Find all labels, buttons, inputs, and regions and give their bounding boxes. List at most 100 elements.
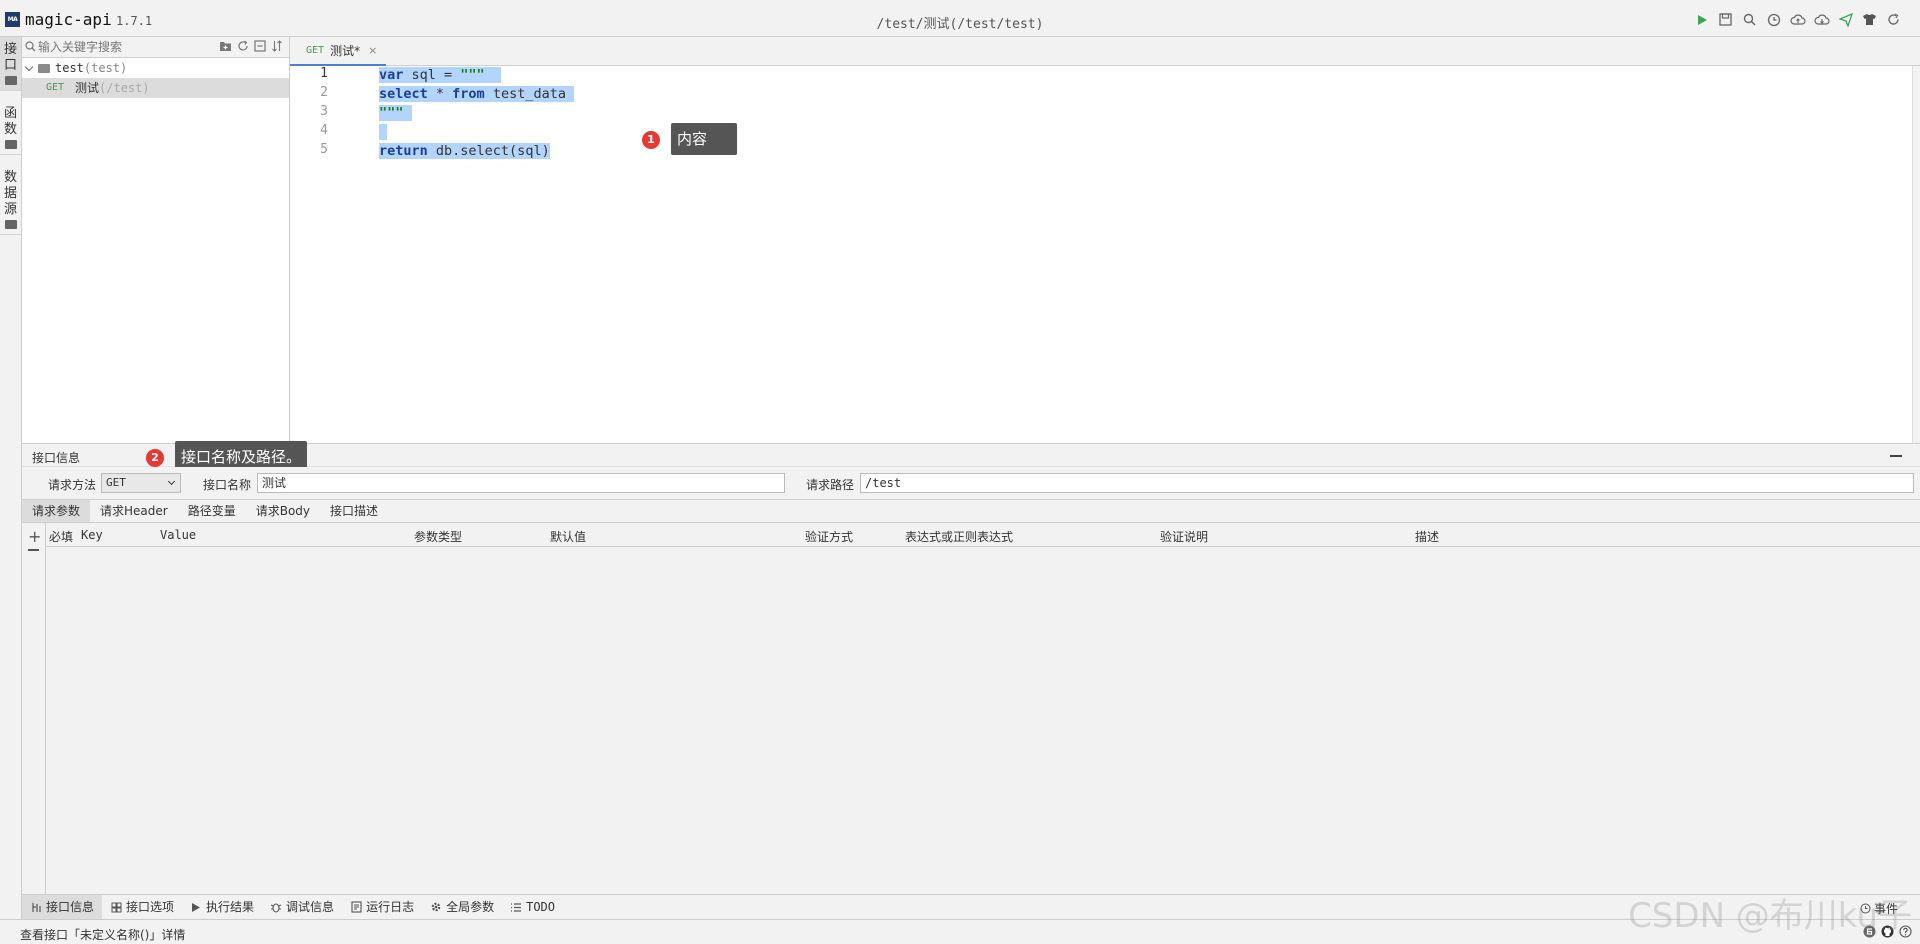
sort-icon[interactable] (271, 40, 283, 55)
api-label: 测试(/test) (75, 81, 150, 95)
col-param-type: 参数类型 (414, 530, 463, 544)
tab-request-params[interactable]: 请求参数 (22, 500, 91, 522)
tab-request-body[interactable]: 请求Body (246, 500, 320, 522)
name-label: 接口名称 (203, 478, 252, 492)
tab-interfaces[interactable]: 接 口 (0, 37, 21, 91)
title-bar: MA magic-api 1.7.1 /test/测试(/test/test) (0, 0, 1920, 37)
params-table: + 必填 Key Value 参数类型 默认值 验证方式 表达式或正则表达式 验… (22, 523, 1920, 894)
line-number: 1 (320, 66, 328, 81)
code-line-3: """ (379, 104, 412, 123)
line-gutter: 1 2 3 4 5 (290, 66, 379, 443)
refresh-icon[interactable] (1885, 11, 1902, 28)
search-icon (25, 41, 36, 55)
refresh-icon[interactable] (237, 40, 249, 55)
bottom-tool-strip: 接口信息 接口选项 执行结果 调试信息 运行日志 全局参数 TODO 事件 (22, 894, 1920, 919)
col-value: Value (160, 528, 197, 542)
clock-icon (1860, 903, 1871, 914)
minimize-icon[interactable] (1890, 455, 1902, 457)
tab-datasources[interactable]: 数 据 源 (0, 165, 21, 235)
method-label: 请求方法 (48, 478, 97, 492)
help-icon[interactable] (1899, 925, 1912, 941)
params-actions: + (22, 523, 46, 894)
tool-debug-info[interactable]: 调试信息 (262, 895, 342, 919)
events-button[interactable]: 事件 (1860, 900, 1898, 917)
remove-icon[interactable] (28, 549, 39, 551)
options-icon (110, 901, 122, 913)
col-validation-desc: 验证说明 (1160, 530, 1209, 544)
tab-method: GET (306, 45, 325, 56)
code-line-2: select * from test_data (379, 86, 575, 102)
line-number: 3 (320, 104, 328, 119)
folder-icon (4, 76, 17, 85)
line-number: 2 (320, 85, 328, 100)
status-icons (1863, 925, 1912, 941)
send-icon[interactable] (1837, 11, 1854, 28)
callout-badge-2: 2 (146, 449, 164, 467)
gear-icon (430, 901, 442, 913)
code-line-5: return db.select(sql) (379, 143, 550, 159)
tool-run-result[interactable]: 执行结果 (182, 895, 262, 919)
callout-badge-1: 1 (642, 131, 660, 149)
col-description: 描述 (1415, 530, 1440, 544)
collapse-all-icon[interactable] (254, 40, 266, 55)
tool-global-params[interactable]: 全局参数 (422, 895, 502, 919)
save-icon[interactable] (1717, 11, 1734, 28)
explorer-search-bar (22, 37, 289, 58)
list-icon (510, 901, 522, 913)
params-header: 必填 Key Value 参数类型 默认值 验证方式 表达式或正则表达式 验证说… (46, 523, 1920, 547)
run-icon[interactable] (1693, 11, 1710, 28)
path-label: 请求路径 (806, 478, 855, 492)
path-input[interactable]: /test (860, 473, 1914, 493)
code-line-4 (379, 123, 388, 142)
add-icon[interactable]: + (28, 527, 41, 546)
request-sub-tabs: 请求参数 请求Header 路径变量 请求Body 接口描述 (22, 499, 1920, 523)
new-folder-icon[interactable] (219, 40, 232, 55)
col-required: 必填 (49, 530, 74, 544)
tree-group-test[interactable]: test(test) (22, 58, 289, 78)
api-explorer: test(test) GET 测试(/test) (22, 37, 290, 443)
col-expression: 表达式或正则表达式 (905, 530, 1014, 544)
chevron-down-icon (167, 477, 176, 486)
explorer-actions (219, 40, 283, 55)
history-icon[interactable] (1765, 11, 1782, 28)
gitee-icon[interactable] (1863, 925, 1876, 941)
tool-interface-options[interactable]: 接口选项 (102, 895, 182, 919)
folder-icon (4, 140, 17, 149)
name-input[interactable]: 测试 (257, 473, 785, 493)
explorer-search-input[interactable] (38, 39, 198, 55)
editor-tab-test[interactable]: GET 测试* × (290, 37, 386, 66)
skin-icon[interactable] (1861, 11, 1878, 28)
status-text: 查看接口「未定义名称()」详情 (20, 928, 186, 942)
tab-interface-desc[interactable]: 接口描述 (320, 500, 388, 522)
log-icon (350, 901, 362, 913)
upload-icon[interactable] (1789, 11, 1806, 28)
interface-form: 请求方法 GET 接口名称 测试 请求路径 /test (22, 467, 1920, 499)
editor-tab-bar: GET 测试* × (290, 37, 1920, 66)
tool-run-log[interactable]: 运行日志 (342, 895, 422, 919)
tab-path-variables[interactable]: 路径变量 (178, 500, 246, 522)
method-badge: GET (46, 82, 65, 93)
method-select[interactable]: GET (101, 473, 181, 493)
toolbar (1693, 11, 1902, 28)
tree-api-test[interactable]: GET 测试(/test) (22, 78, 289, 98)
close-icon[interactable]: × (368, 44, 377, 57)
editor-scrollbar[interactable] (1912, 66, 1920, 443)
info-icon (30, 901, 42, 913)
col-key: Key (81, 528, 103, 542)
line-number: 4 (320, 123, 328, 138)
chevron-down-icon[interactable] (24, 62, 34, 72)
tab-request-header[interactable]: 请求Header (90, 500, 178, 522)
github-icon[interactable] (1881, 925, 1894, 941)
tool-todo[interactable]: TODO (502, 895, 563, 919)
left-tool-strip: 接 口 函 数 数 据 源 (0, 37, 22, 919)
code-editor[interactable]: 1 2 3 4 5 var sql = """ select * from te… (290, 66, 1912, 443)
line-number: 5 (320, 142, 328, 157)
status-bar: 查看接口「未定义名称()」详情 (0, 919, 1920, 944)
search-icon[interactable] (1741, 11, 1758, 28)
col-default: 默认值 (550, 530, 587, 544)
window-title-path: /test/测试(/test/test) (876, 17, 1044, 32)
download-icon[interactable] (1813, 11, 1830, 28)
folder-icon (4, 220, 17, 229)
tool-interface-info[interactable]: 接口信息 (22, 895, 103, 919)
tab-functions[interactable]: 函 数 (0, 101, 21, 155)
